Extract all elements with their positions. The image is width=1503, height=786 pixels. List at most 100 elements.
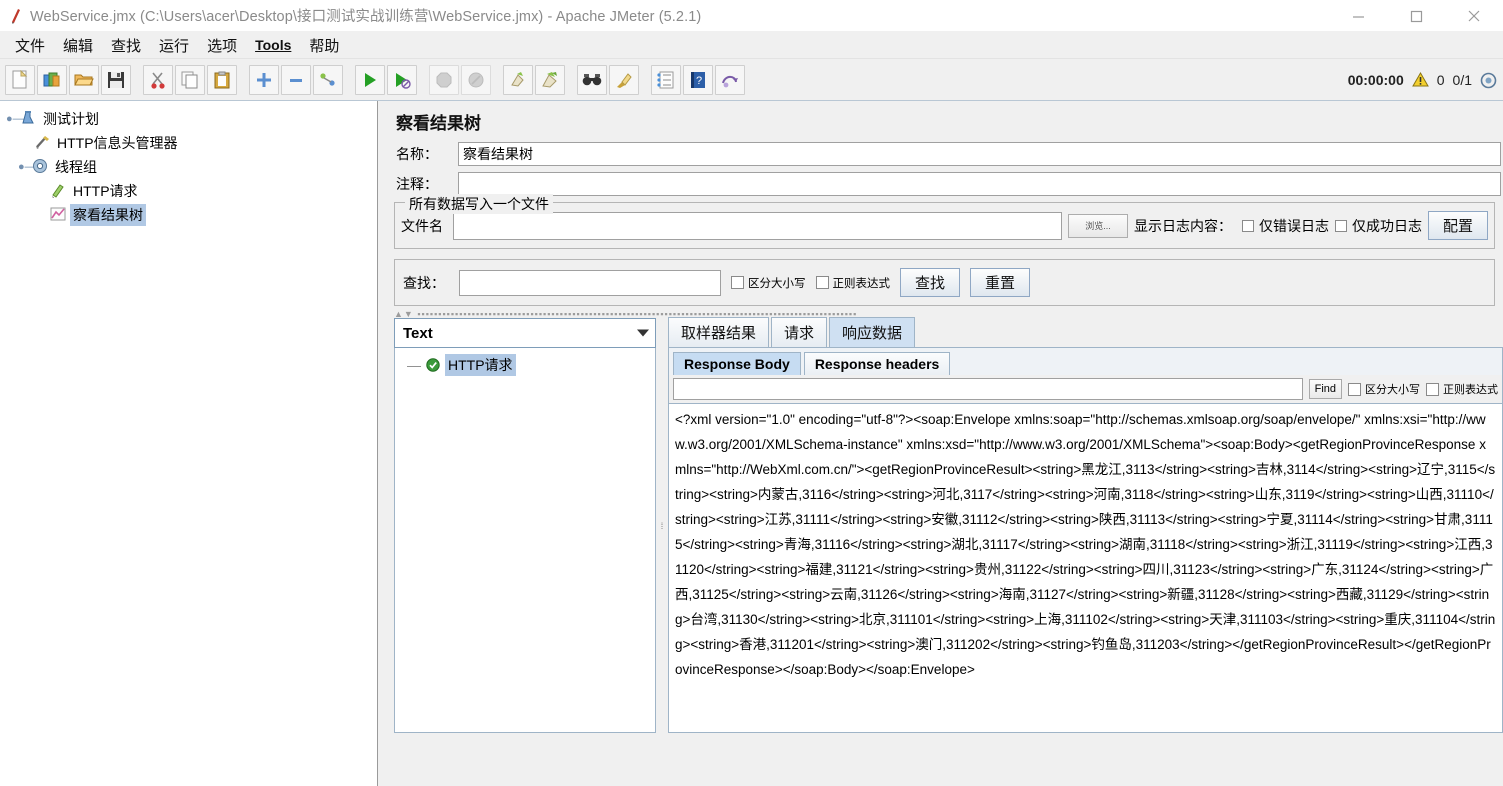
menu-run[interactable]: 运行 xyxy=(150,32,198,59)
result-item-label: HTTP请求 xyxy=(445,354,516,376)
comment-input[interactable] xyxy=(458,172,1501,196)
http-request-icon xyxy=(50,182,66,201)
name-row: 名称： xyxy=(384,142,1503,166)
tree-node-header-manager[interactable]: HTTP信息头管理器 xyxy=(0,131,377,155)
result-tree-item[interactable]: — HTTP请求 xyxy=(395,354,655,376)
templates-icon[interactable] xyxy=(37,64,67,95)
new-icon[interactable] xyxy=(5,64,35,95)
checkbox-box-icon[interactable] xyxy=(1426,382,1439,396)
chevron-down-icon[interactable] xyxy=(637,329,649,337)
toggle-icon[interactable] xyxy=(313,64,343,95)
search-find-button[interactable]: 查找 xyxy=(900,268,961,297)
checkbox-box-icon[interactable] xyxy=(1348,382,1361,396)
comment-label: 注释： xyxy=(396,176,438,192)
success-only-label: 仅成功日志 xyxy=(1351,217,1422,234)
test-plan-tree-panel: ●— 测试计划 HTTP信息头管理器 ●— 线程组 HTTP请求 察看结果树 xyxy=(0,101,378,786)
menu-edit[interactable]: 编辑 xyxy=(54,32,102,59)
name-input[interactable] xyxy=(458,142,1501,166)
save-icon[interactable] xyxy=(101,64,131,95)
search-case-sensitive-checkbox[interactable]: 区分大小写 xyxy=(731,275,806,291)
search-regex-checkbox[interactable]: 正则表达式 xyxy=(815,275,891,291)
function-helper-icon[interactable] xyxy=(651,64,681,95)
close-icon[interactable] xyxy=(1445,0,1503,32)
warning-count: 0 xyxy=(1436,72,1445,88)
cut-icon[interactable] xyxy=(143,64,173,95)
menubar: 文件 编辑 查找 运行 选项 Tools 帮助 xyxy=(0,32,1503,59)
menu-help[interactable]: 帮助 xyxy=(300,32,348,59)
checkbox-box-icon[interactable] xyxy=(1241,219,1254,232)
configure-button[interactable]: 配置 xyxy=(1427,211,1488,240)
browse-button[interactable]: 浏览... xyxy=(1067,213,1128,238)
window-title: WebService.jmx (C:\Users\acer\Desktop\接口… xyxy=(30,9,702,25)
maximize-icon[interactable] xyxy=(1387,0,1445,32)
open-icon[interactable] xyxy=(69,64,99,95)
search-reset-button[interactable]: 重置 xyxy=(970,268,1031,297)
svg-text:?: ? xyxy=(696,75,702,87)
copy-icon[interactable] xyxy=(175,64,205,95)
find-regex-checkbox[interactable]: 正则表达式 xyxy=(1426,381,1498,397)
menu-file[interactable]: 文件 xyxy=(6,32,54,59)
tree-node-label: 察看结果树 xyxy=(70,204,146,226)
search-input[interactable] xyxy=(459,269,721,296)
clear-all-icon[interactable] xyxy=(535,64,565,95)
menu-tools[interactable]: Tools xyxy=(246,34,300,56)
tree-node-label: HTTP请求 xyxy=(73,183,138,199)
toolbar: ? 00:00:00 0 0/1 xyxy=(0,59,1503,101)
response-body-text[interactable]: <?xml version="1.0" encoding="utf-8"?><s… xyxy=(668,403,1503,733)
expander-icon[interactable]: ●— xyxy=(6,113,24,125)
checkbox-box-icon[interactable] xyxy=(1334,219,1347,232)
sub-tabstrip: Response Body Response headers xyxy=(668,347,1503,375)
errors-only-label: 仅错误日志 xyxy=(1258,217,1329,234)
warning-triangle-icon xyxy=(1411,71,1429,88)
menu-search[interactable]: 查找 xyxy=(102,32,150,59)
tree-node-view-results-tree[interactable]: 察看结果树 xyxy=(0,203,377,227)
shutdown-icon[interactable] xyxy=(461,64,491,95)
tree-node-test-plan[interactable]: ●— 测试计划 xyxy=(0,107,377,131)
help-icon[interactable]: ? xyxy=(683,64,713,95)
minimize-icon[interactable] xyxy=(1329,0,1387,32)
stop-icon[interactable] xyxy=(429,64,459,95)
filename-row: 文件名 浏览... 显示日志内容： 仅错误日志 仅成功日志 配置 xyxy=(401,211,1488,240)
menu-options[interactable]: 选项 xyxy=(198,32,246,59)
find-case-sensitive-checkbox[interactable]: 区分大小写 xyxy=(1348,381,1420,397)
collapse-all-icon[interactable] xyxy=(281,64,311,95)
paste-icon[interactable] xyxy=(207,64,237,95)
renderer-select[interactable]: Text xyxy=(394,318,656,348)
start-no-pauses-icon[interactable] xyxy=(387,64,417,95)
run-timer: 00:00:00 xyxy=(1347,72,1404,88)
window-controls xyxy=(1329,0,1503,32)
header-manager-icon xyxy=(34,134,50,153)
toolbar-status: 00:00:00 0 0/1 xyxy=(1348,59,1497,101)
search-icon[interactable] xyxy=(577,64,607,95)
tab-response-data[interactable]: 响应数据 xyxy=(829,317,916,347)
tree-node-label: 测试计划 xyxy=(43,111,99,127)
find-button[interactable]: Find xyxy=(1308,379,1342,399)
tree-node-http-request[interactable]: HTTP请求 xyxy=(0,179,377,203)
undo-icon[interactable] xyxy=(715,64,745,95)
clear-icon[interactable] xyxy=(503,64,533,95)
subtab-response-headers[interactable]: Response headers xyxy=(803,352,951,375)
tab-sampler-result[interactable]: 取样器结果 xyxy=(668,317,770,347)
view-results-tree-icon xyxy=(50,206,66,225)
thread-group-icon xyxy=(32,158,48,177)
expander-icon[interactable]: ●— xyxy=(18,161,36,173)
checkbox-box-icon[interactable] xyxy=(731,276,744,289)
filename-label: 文件名 xyxy=(401,217,443,234)
expand-all-icon[interactable] xyxy=(249,64,279,95)
filename-input[interactable] xyxy=(453,211,1062,240)
tree-node-thread-group[interactable]: ●— 线程组 xyxy=(0,155,377,179)
results-split-divider[interactable]: ⁞ xyxy=(656,318,668,733)
tab-request[interactable]: 请求 xyxy=(771,317,828,347)
find-input[interactable] xyxy=(673,378,1303,400)
errors-only-checkbox[interactable]: 仅错误日志 xyxy=(1241,216,1329,236)
search-regex-label: 正则表达式 xyxy=(832,277,891,290)
page-title: 察看结果树 xyxy=(396,114,481,133)
success-only-checkbox[interactable]: 仅成功日志 xyxy=(1334,216,1422,236)
start-icon[interactable] xyxy=(355,64,385,95)
checkbox-box-icon[interactable] xyxy=(815,276,829,289)
panel-resize-handle[interactable]: ▲▼ ▪▪▪▪▪▪▪▪▪▪▪▪▪▪▪▪▪▪▪▪▪▪▪▪▪▪▪▪▪▪▪▪▪▪▪▪▪… xyxy=(394,309,1493,319)
search-label: 查找： xyxy=(403,274,445,291)
subtab-response-body[interactable]: Response Body xyxy=(673,352,801,375)
search-reset-icon[interactable] xyxy=(609,64,639,95)
result-list-column: Text — HTTP请求 xyxy=(394,318,656,733)
